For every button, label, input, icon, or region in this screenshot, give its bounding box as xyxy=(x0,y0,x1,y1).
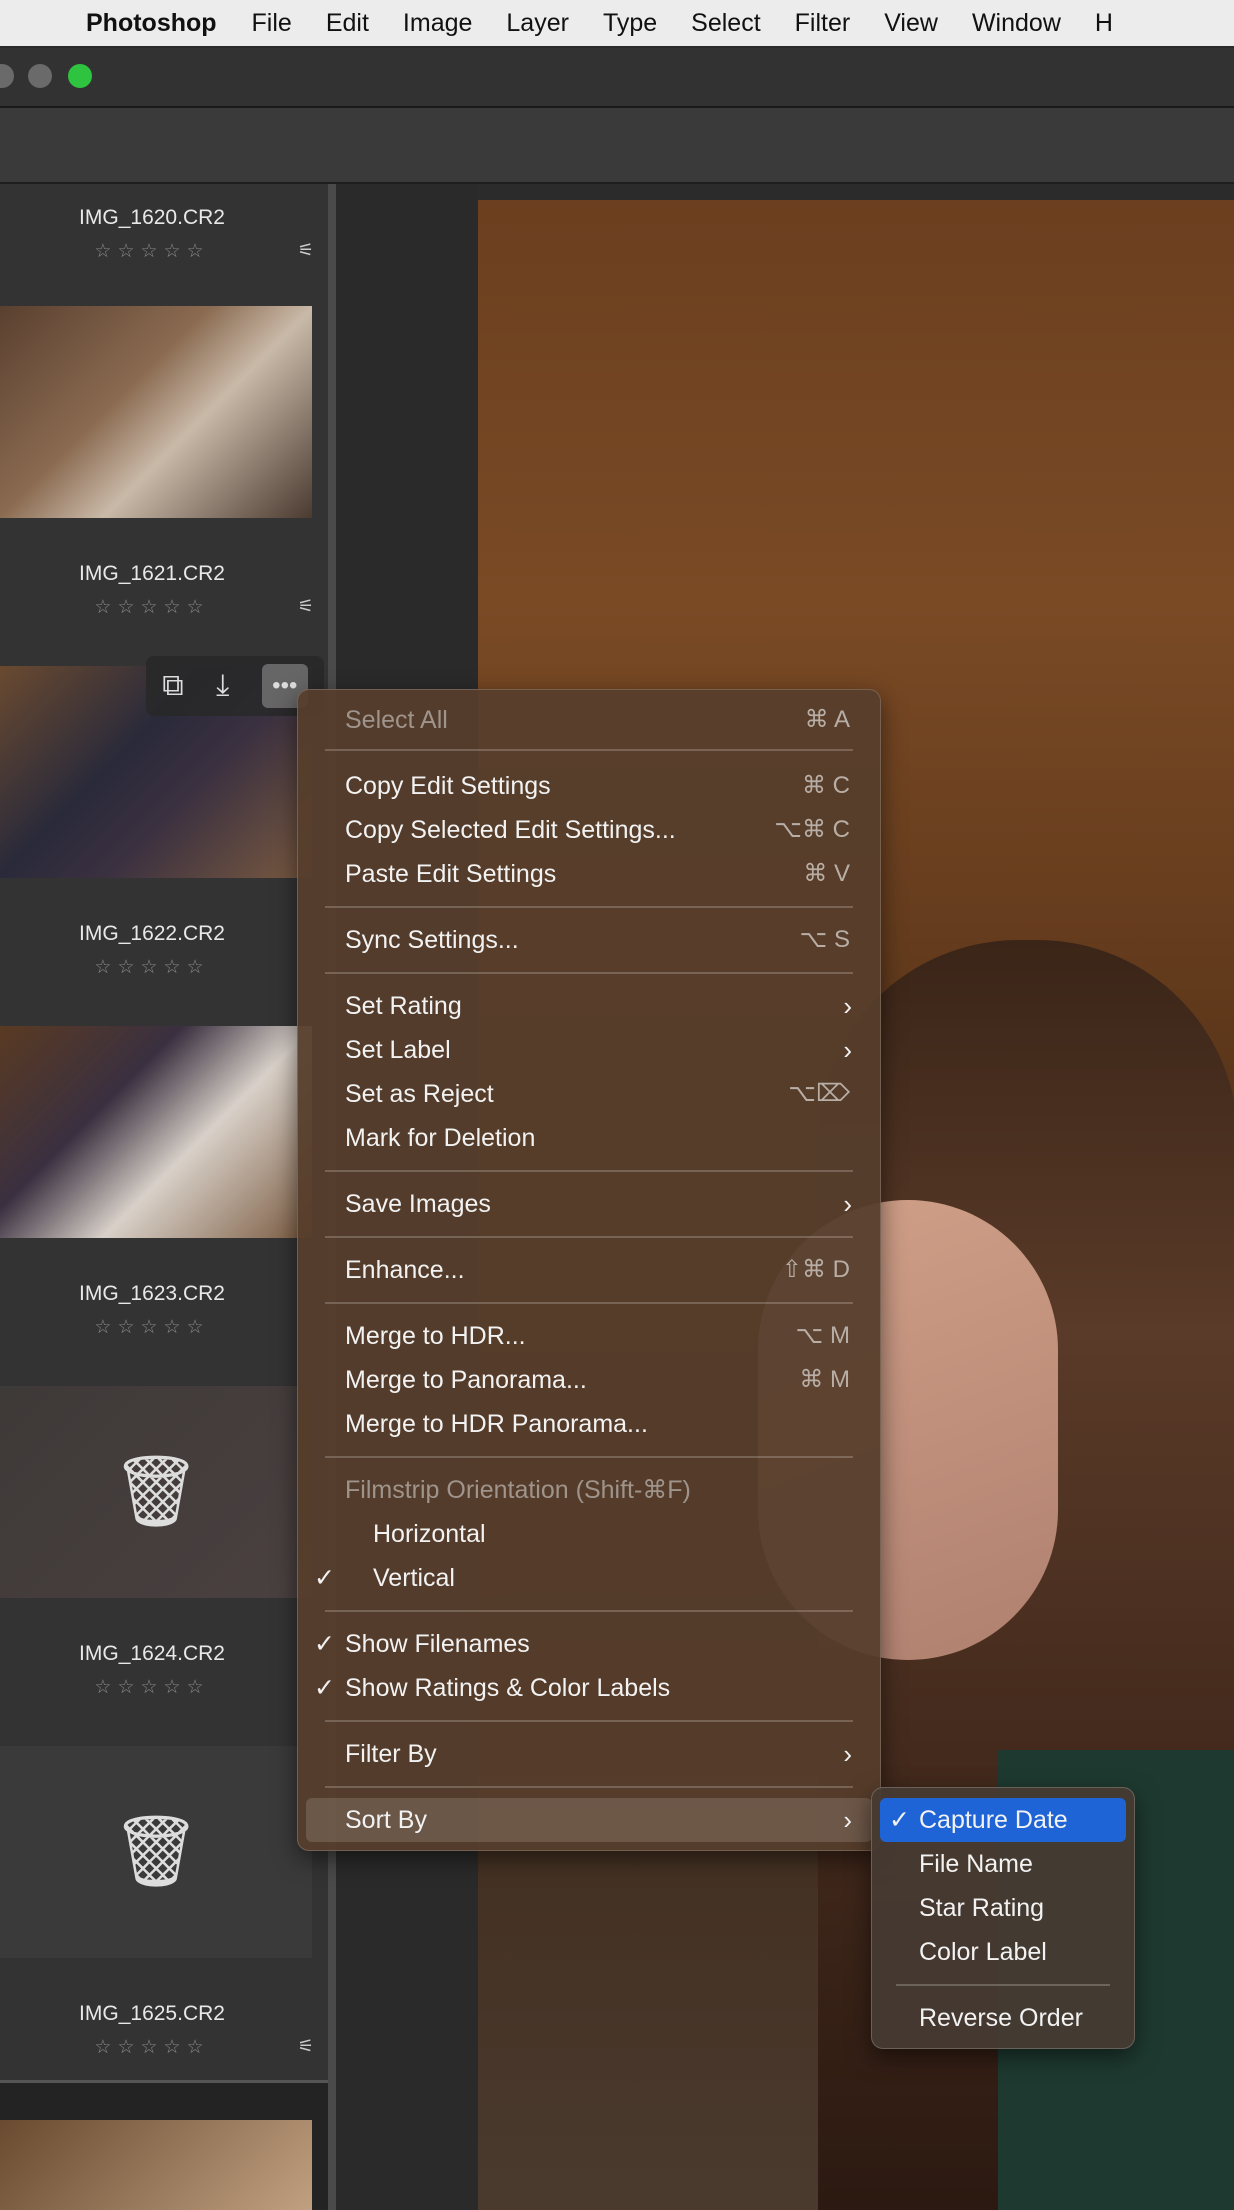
menu-divider xyxy=(325,972,853,974)
filename: IMG_1624.CR2 xyxy=(79,1642,225,1665)
menu-item-paste-edit-settings[interactable]: Paste Edit Settings ⌘ V xyxy=(298,852,880,896)
zoom-window-button[interactable] xyxy=(68,64,92,88)
sort-capture-date[interactable]: ✓ Capture Date xyxy=(880,1798,1126,1842)
menu-divider xyxy=(325,1456,853,1458)
star-rating[interactable]: ☆☆☆☆☆ xyxy=(0,2036,304,2059)
menu-divider xyxy=(325,749,853,751)
menu-divider xyxy=(325,1720,853,1722)
menu-item-select-all: Select All ⌘ A xyxy=(345,706,850,734)
menu-item-merge-to-hdr[interactable]: Merge to HDR... ⌥ M xyxy=(298,1314,880,1358)
thumbnail-image[interactable] xyxy=(0,1026,312,1238)
menu-divider xyxy=(325,1610,853,1612)
sort-by-submenu: ✓ Capture Date File Name Star Rating Col… xyxy=(871,1787,1135,2049)
menu-edit[interactable]: Edit xyxy=(326,9,369,38)
menu-file[interactable]: File xyxy=(252,9,292,38)
menu-item-horizontal[interactable]: Horizontal xyxy=(298,1512,880,1556)
menu-item-vertical[interactable]: ✓ Vertical xyxy=(298,1556,880,1600)
close-window-button[interactable] xyxy=(0,64,14,88)
menu-item-mark-for-deletion[interactable]: Mark for Deletion xyxy=(298,1116,880,1160)
sort-reverse-order[interactable]: Reverse Order xyxy=(872,1996,1134,2040)
minimize-window-button[interactable] xyxy=(28,64,52,88)
filename: IMG_1620.CR2 xyxy=(79,206,225,229)
checkmark-icon: ✓ xyxy=(889,1806,910,1834)
menu-divider xyxy=(896,1984,1110,1986)
menu-view[interactable]: View xyxy=(884,9,938,38)
star-rating[interactable]: ☆☆☆☆☆ xyxy=(0,596,304,619)
menu-type[interactable]: Type xyxy=(603,9,657,38)
star-rating[interactable]: ☆☆☆☆☆ xyxy=(0,240,304,263)
window-title-bar xyxy=(0,48,1234,108)
adjustments-icon: ⚟ xyxy=(297,240,314,260)
menu-item-merge-to-panorama[interactable]: Merge to Panorama... ⌘ M xyxy=(298,1358,880,1402)
menu-item-sync-settings[interactable]: Sync Settings... ⌥ S xyxy=(298,918,880,962)
menu-item-set-label[interactable]: Set Label › xyxy=(298,1028,880,1072)
filename: IMG_1625.CR2 xyxy=(79,2002,225,2025)
filmstrip-item[interactable]: IMG_1620.CR2 ☆☆☆☆☆ ⚟ xyxy=(0,184,328,283)
star-rating[interactable]: ☆☆☆☆☆ xyxy=(0,1676,304,1699)
adjustments-icon: ⚟ xyxy=(297,596,314,616)
adjustments-icon: ⚟ xyxy=(297,2036,314,2056)
toolbar-strip xyxy=(0,108,1234,184)
menu-select[interactable]: Select xyxy=(691,9,760,38)
menu-section-filmstrip-orientation: Filmstrip Orientation (Shift-⌘F) xyxy=(345,1476,691,1504)
menu-item-save-images[interactable]: Save Images › xyxy=(298,1182,880,1226)
chevron-right-icon: › xyxy=(843,1805,852,1835)
menu-item-show-ratings-color-labels[interactable]: ✓ Show Ratings & Color Labels xyxy=(298,1666,880,1710)
filmstrip-item[interactable]: 🗑 IMG_1624.CR2 ☆☆☆☆☆ xyxy=(0,1360,328,1723)
filename: IMG_1622.CR2 xyxy=(79,922,225,945)
filename: IMG_1621.CR2 xyxy=(79,562,225,585)
menu-window[interactable]: Window xyxy=(972,9,1061,38)
sliders-icon[interactable]: ⧉ xyxy=(162,669,183,703)
filmstrip[interactable]: IMG_1620.CR2 ☆☆☆☆☆ ⚟ IMG_1621.CR2 ☆☆☆☆☆ … xyxy=(0,184,330,2210)
filename: IMG_1623.CR2 xyxy=(79,1282,225,1305)
menu-divider xyxy=(325,906,853,908)
filmstrip-item[interactable]: IMG_1623.CR2 ☆☆☆☆☆ xyxy=(0,1000,328,1363)
filmstrip-context-menu: Select All ⌘ A Copy Edit Settings ⌘ C Co… xyxy=(297,689,881,1851)
trash-icon: 🗑 xyxy=(0,1386,312,1598)
menu-item-copy-edit-settings[interactable]: Copy Edit Settings ⌘ C xyxy=(298,764,880,808)
menu-item-enhance[interactable]: Enhance... ⇧⌘ D xyxy=(298,1248,880,1292)
menu-item-set-as-reject[interactable]: Set as Reject ⌥⌦ xyxy=(298,1072,880,1116)
menu-item-sort-by[interactable]: Sort By › xyxy=(306,1798,872,1842)
menu-image[interactable]: Image xyxy=(403,9,472,38)
menu-divider xyxy=(325,1302,853,1304)
star-rating[interactable]: ☆☆☆☆☆ xyxy=(0,956,304,979)
chevron-right-icon: › xyxy=(843,1739,852,1769)
download-icon[interactable]: ⤓ xyxy=(216,669,229,703)
menu-divider xyxy=(325,1236,853,1238)
checkmark-icon: ✓ xyxy=(314,1674,335,1702)
filmstrip-item[interactable]: 🗑 IMG_1625.CR2 ☆☆☆☆☆ ⚟ xyxy=(0,1720,328,2083)
menu-layer[interactable]: Layer xyxy=(506,9,569,38)
thumbnail-image[interactable] xyxy=(0,306,312,518)
menu-divider xyxy=(325,1170,853,1172)
checkmark-icon: ✓ xyxy=(314,1630,335,1658)
menu-item-merge-to-hdr-panorama[interactable]: Merge to HDR Panorama... xyxy=(298,1402,880,1446)
menu-help[interactable]: H xyxy=(1095,9,1113,38)
star-rating[interactable]: ☆☆☆☆☆ xyxy=(0,1316,304,1339)
sort-star-rating[interactable]: Star Rating xyxy=(872,1886,1134,1930)
menu-item-copy-selected-edit-settings[interactable]: Copy Selected Edit Settings... ⌥⌘ C xyxy=(298,808,880,852)
trash-icon: 🗑 xyxy=(0,1746,312,1958)
menu-item-filter-by[interactable]: Filter By › xyxy=(298,1732,880,1776)
thumbnail-image[interactable] xyxy=(0,2120,312,2210)
menu-divider xyxy=(325,1786,853,1788)
chevron-right-icon: › xyxy=(843,1035,852,1065)
sort-file-name[interactable]: File Name xyxy=(872,1842,1134,1886)
filmstrip-item[interactable]: IMG_1621.CR2 ☆☆☆☆☆ ⚟ xyxy=(0,280,328,643)
sort-color-label[interactable]: Color Label xyxy=(872,1930,1134,1974)
chevron-right-icon: › xyxy=(843,991,852,1021)
menu-filter[interactable]: Filter xyxy=(795,9,851,38)
app-name[interactable]: Photoshop xyxy=(86,9,217,38)
checkmark-icon: ✓ xyxy=(314,1564,335,1592)
menu-item-show-filenames[interactable]: ✓ Show Filenames xyxy=(298,1622,880,1666)
chevron-right-icon: › xyxy=(843,1189,852,1219)
menu-item-set-rating[interactable]: Set Rating › xyxy=(298,984,880,1028)
menu-bar: Photoshop File Edit Image Layer Type Sel… xyxy=(0,0,1234,46)
